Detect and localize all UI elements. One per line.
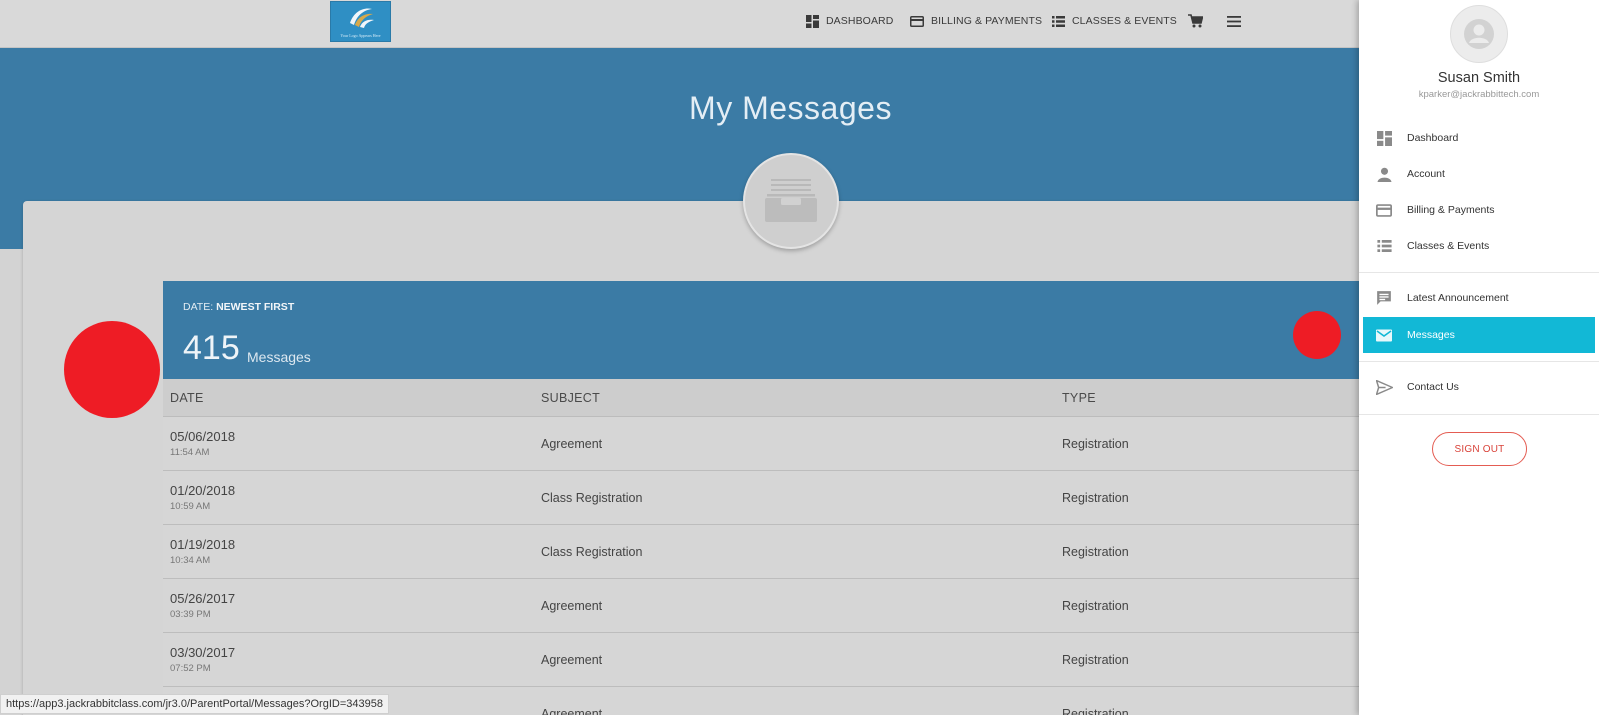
row-date: 01/19/2018	[170, 537, 236, 552]
sort-prefix: DATE:	[183, 301, 217, 313]
nav-dashboard-label: DASHBOARD	[826, 15, 894, 27]
nav-billing[interactable]: BILLING & PAYMENTS	[910, 13, 1042, 29]
red-marker-large	[64, 321, 160, 418]
drawer-item-contact[interactable]: Contact Us	[1363, 370, 1595, 404]
column-header-subject[interactable]: SUBJECT	[541, 391, 600, 405]
row-subject: Agreement	[541, 599, 603, 613]
nav-billing-label: BILLING & PAYMENTS	[931, 15, 1043, 27]
row-subject: Agreement	[541, 653, 603, 667]
cart-icon	[1187, 14, 1203, 28]
avatar[interactable]	[1450, 5, 1508, 63]
row-date: 05/26/2017	[170, 591, 236, 606]
credit-card-icon	[1363, 203, 1399, 217]
row-type: Registration	[1062, 545, 1129, 559]
nav-classes[interactable]: CLASSES & EVENTS	[1052, 13, 1177, 29]
table-row[interactable]: 05/06/2018 11:54 AM Agreement Registrati…	[163, 417, 1463, 471]
row-subject: Class Registration	[541, 545, 643, 559]
red-marker-small	[1293, 311, 1341, 359]
list-icon	[1052, 15, 1065, 27]
drawer-item-label: Billing & Payments	[1407, 204, 1495, 216]
drawer-item-label: Dashboard	[1407, 132, 1459, 144]
message-count: 415	[183, 329, 240, 367]
drawer-item-announcement[interactable]: Latest Announcement	[1363, 281, 1595, 315]
row-type: Registration	[1062, 707, 1129, 715]
drawer-item-label: Messages	[1407, 329, 1455, 341]
table-row[interactable]: 05/26/2017 03:39 PM Agreement Registrati…	[163, 579, 1463, 633]
drawer-divider	[1359, 361, 1599, 362]
column-header-type[interactable]: TYPE	[1062, 391, 1096, 405]
page-title: My Messages	[689, 90, 892, 126]
row-time: 10:34 AM	[170, 555, 211, 566]
row-time: 11:54 AM	[170, 447, 210, 458]
row-subject: Class Registration	[541, 491, 643, 505]
sign-out-button[interactable]: SIGN OUT	[1432, 432, 1527, 466]
table-row[interactable]: 03/30/2017 07:52 PM Agreement Registrati…	[163, 633, 1463, 687]
row-date: 01/20/2018	[170, 483, 236, 498]
row-subject: Agreement	[541, 707, 603, 715]
drawer-divider	[1359, 272, 1599, 273]
person-icon	[1363, 167, 1399, 182]
dashboard-icon	[806, 14, 819, 28]
drawer-divider	[1359, 414, 1599, 415]
credit-card-icon	[910, 15, 924, 27]
logo[interactable]: Your Logo Appears Here	[330, 1, 391, 42]
drawer-item-classes[interactable]: Classes & Events	[1363, 229, 1595, 263]
sort-value: NEWEST FIRST	[216, 301, 295, 313]
row-time: 03:39 PM	[170, 609, 211, 620]
row-type: Registration	[1062, 491, 1129, 505]
hamburger-icon	[1227, 15, 1241, 27]
messages-table: 05/06/2018 11:54 AM Agreement Registrati…	[163, 417, 1463, 715]
user-name: Susan Smith	[1437, 70, 1521, 86]
row-time: 07:52 PM	[170, 663, 211, 674]
announcement-icon	[1363, 290, 1399, 306]
messages-list-header: DATE: NEWEST FIRST 415 Messages	[163, 281, 1463, 379]
row-type: Registration	[1062, 653, 1129, 667]
browser-status-url: https://app3.jackrabbitclass.com/jr3.0/P…	[0, 694, 389, 714]
cart-button[interactable]	[1186, 12, 1204, 30]
row-type: Registration	[1062, 437, 1129, 451]
table-row[interactable]: 01/19/2018 10:34 AM Class Registration R…	[163, 525, 1463, 579]
inbox-badge	[743, 153, 839, 249]
table-row[interactable]: 01/20/2018 10:59 AM Class Registration R…	[163, 471, 1463, 525]
drawer-item-label: Latest Announcement	[1407, 292, 1509, 304]
message-count-label: Messages	[247, 349, 311, 365]
user-silhouette-icon	[1464, 19, 1494, 49]
drawer-item-label: Classes & Events	[1407, 240, 1490, 252]
drawer-item-account[interactable]: Account	[1363, 157, 1595, 191]
row-date: 05/06/2018	[170, 429, 236, 444]
sort-selector[interactable]: DATE: NEWEST FIRST	[183, 301, 294, 313]
drawer-item-label: Contact Us	[1407, 381, 1459, 393]
mail-icon	[1363, 329, 1399, 342]
hamburger-menu-button[interactable]	[1225, 12, 1243, 30]
row-type: Registration	[1062, 599, 1129, 613]
logo-swoosh-icon	[350, 8, 374, 28]
nav-classes-label: CLASSES & EVENTS	[1072, 15, 1177, 27]
row-subject: Agreement	[541, 437, 603, 451]
dashboard-icon	[1363, 130, 1399, 146]
nav-dashboard[interactable]: DASHBOARD	[806, 13, 893, 29]
column-header-date[interactable]: DATE	[170, 391, 204, 405]
drawer-item-messages[interactable]: Messages	[1363, 317, 1595, 353]
drawer-item-label: Account	[1407, 168, 1445, 180]
row-time: 10:59 AM	[170, 501, 211, 512]
row-date: 03/30/2017	[170, 645, 236, 660]
drawer-item-billing[interactable]: Billing & Payments	[1363, 193, 1595, 227]
logo-text: Your Logo Appears Here	[340, 33, 381, 38]
table-header: DATE SUBJECT TYPE	[163, 379, 1463, 417]
list-icon	[1363, 240, 1399, 252]
send-icon	[1363, 379, 1399, 395]
drawer-item-dashboard[interactable]: Dashboard	[1363, 121, 1595, 155]
inbox-tray-icon	[765, 179, 817, 222]
user-email: kparker@jackrabbittech.com	[1418, 89, 1540, 100]
account-drawer: Susan Smith kparker@jackrabbittech.com D…	[1359, 0, 1599, 715]
